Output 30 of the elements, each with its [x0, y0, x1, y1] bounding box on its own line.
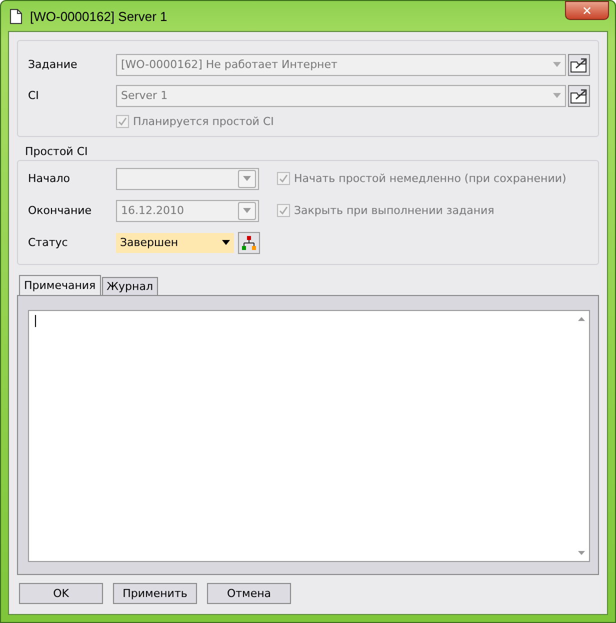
field-label: CI: [28, 89, 40, 102]
field-label: Окончание: [28, 204, 93, 217]
scroll-up-icon: [578, 317, 584, 321]
dialog-button[interactable]: Отмена: [207, 583, 291, 604]
scroll-down-icon: [578, 551, 584, 555]
dropdown-arrow-icon: [553, 93, 561, 98]
dropdown-arrow-icon: [553, 62, 561, 67]
document-icon: [10, 8, 22, 24]
tab[interactable]: Журнал: [102, 277, 158, 295]
status-dropdown[interactable]: Завершен: [116, 232, 234, 252]
field-label: Статус: [28, 236, 69, 249]
checkbox-label: Планируется простой CI: [133, 115, 274, 128]
dropdown-arrow-icon: [243, 176, 251, 181]
field-label: Задание: [28, 58, 78, 71]
dialog-button[interactable]: OK: [19, 583, 103, 604]
group-title: Простой CI: [25, 145, 89, 158]
dialog-button[interactable]: Применить: [113, 583, 197, 604]
open-button[interactable]: [568, 84, 590, 106]
checkbox-label: Закрыть при выполнении задания: [294, 204, 494, 217]
dropdown-arrow-icon: [243, 208, 251, 213]
open-button[interactable]: [568, 54, 590, 76]
dropdown-arrow-icon: [222, 240, 230, 245]
tab[interactable]: Примечания: [19, 275, 101, 295]
folder-arrow-icon: [570, 56, 588, 72]
workflow-button[interactable]: [238, 232, 260, 254]
folder-arrow-icon: [570, 88, 588, 104]
window-title: [WO-0000162] Server 1: [30, 8, 168, 24]
field-label: Начало: [28, 172, 72, 185]
checkbox-label: Начать простой немедленно (при сохранении): [294, 172, 566, 185]
hierarchy-icon: [241, 234, 257, 250]
